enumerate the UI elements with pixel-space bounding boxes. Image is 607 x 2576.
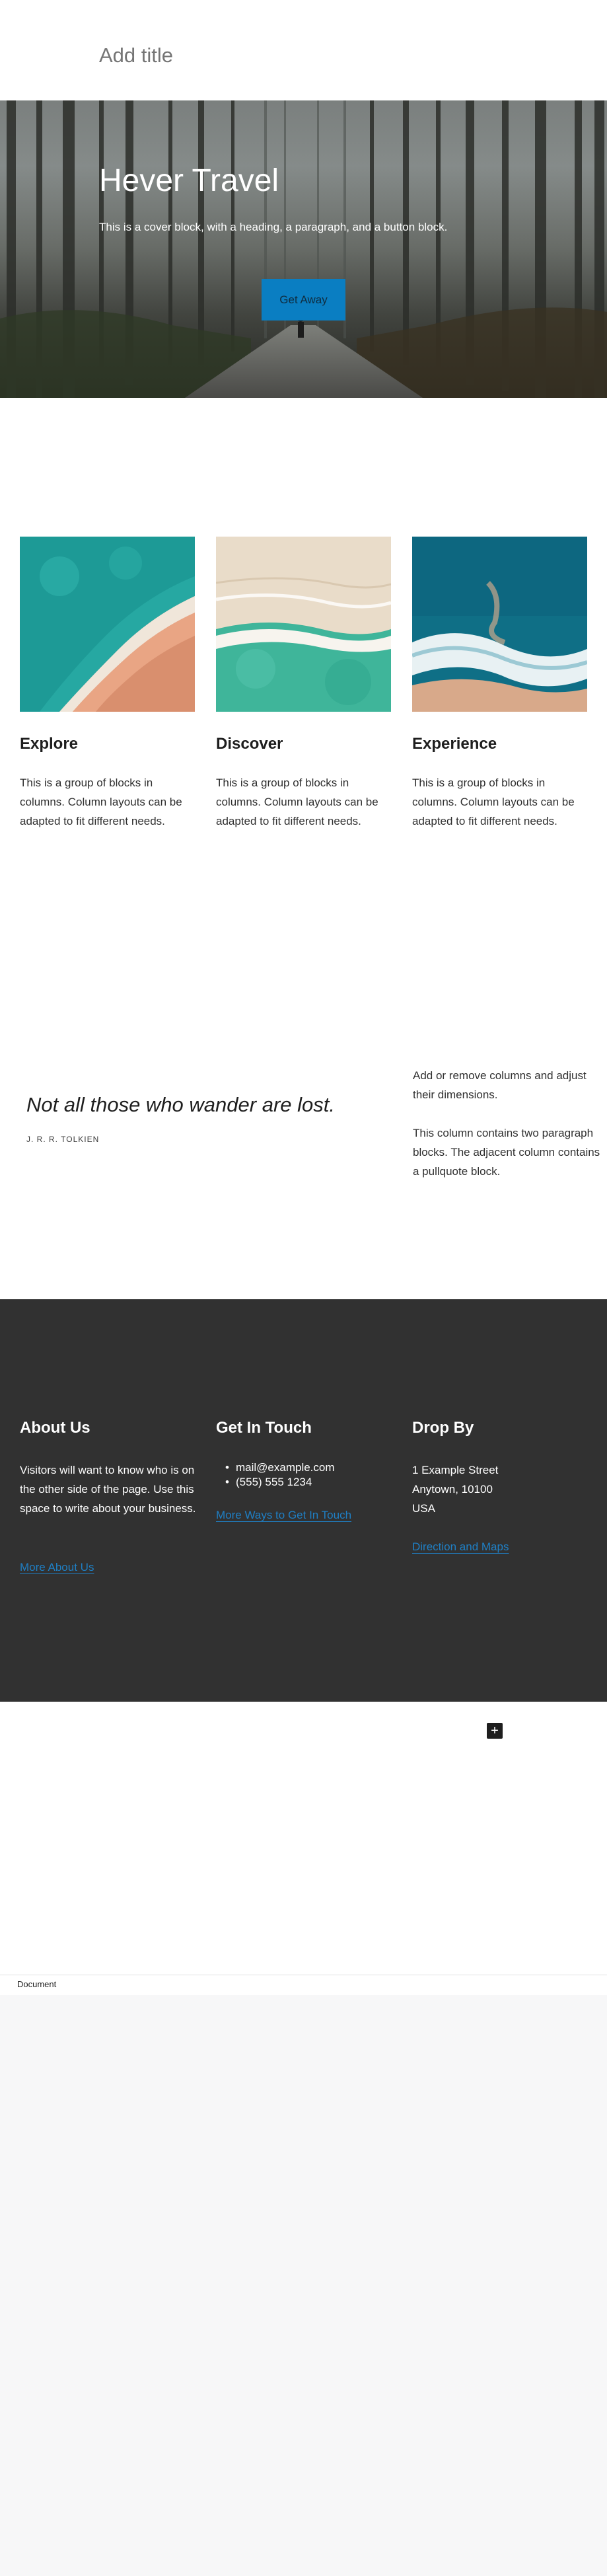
cover-heading[interactable]: Hever Travel bbox=[99, 163, 279, 199]
footer-heading-about[interactable]: About Us bbox=[20, 1419, 90, 1437]
beach-image-discover[interactable] bbox=[216, 537, 391, 712]
beach-image-explore[interactable] bbox=[20, 537, 195, 712]
more-about-us-link[interactable]: More About Us bbox=[20, 1561, 94, 1574]
footer-heading-contact[interactable]: Get In Touch bbox=[216, 1419, 312, 1437]
add-block-button[interactable]: + bbox=[487, 1723, 503, 1739]
column-text-experience[interactable]: This is a group of blocks in columns. Co… bbox=[412, 773, 590, 831]
more-ways-contact-link[interactable]: More Ways to Get In Touch bbox=[216, 1509, 351, 1522]
footer-group: About Us Visitors will want to know who … bbox=[0, 1299, 607, 1702]
cover-forest-image bbox=[0, 100, 607, 398]
cover-paragraph[interactable]: This is a cover block, with a heading, a… bbox=[99, 221, 447, 234]
footer-about-text[interactable]: Visitors will want to know who is on the… bbox=[20, 1460, 198, 1519]
cover-block[interactable]: Hever Travel This is a cover block, with… bbox=[0, 100, 607, 398]
column-heading-experience[interactable]: Experience bbox=[412, 735, 497, 753]
side-paragraph-1[interactable]: Add or remove columns and adjust their d… bbox=[413, 1066, 604, 1104]
editor-footer-bar: Document bbox=[0, 1975, 607, 1995]
address-line-2[interactable]: Anytown, 10100 bbox=[412, 1480, 493, 1499]
page-background bbox=[0, 1995, 607, 2576]
contact-phone[interactable]: (555) 555 1234 bbox=[224, 1475, 335, 1490]
contact-email[interactable]: mail@example.com bbox=[224, 1460, 335, 1475]
footer-heading-location[interactable]: Drop By bbox=[412, 1419, 474, 1437]
get-away-button[interactable]: Get Away bbox=[262, 279, 345, 321]
breadcrumb-document[interactable]: Document bbox=[17, 1979, 56, 1989]
address-line-3[interactable]: USA bbox=[412, 1499, 435, 1518]
column-heading-explore[interactable]: Explore bbox=[20, 735, 78, 753]
post-title-input[interactable]: Add title bbox=[99, 44, 173, 67]
plus-icon: + bbox=[491, 1724, 499, 1738]
contact-list: mail@example.com (555) 555 1234 bbox=[224, 1460, 335, 1490]
pullquote-text[interactable]: Not all those who wander are lost. bbox=[26, 1093, 335, 1117]
title-area: Add title bbox=[0, 0, 607, 100]
column-text-discover[interactable]: This is a group of blocks in columns. Co… bbox=[216, 773, 394, 831]
column-text-explore[interactable]: This is a group of blocks in columns. Co… bbox=[20, 773, 198, 831]
directions-link[interactable]: Direction and Maps bbox=[412, 1540, 509, 1554]
address-line-1[interactable]: 1 Example Street bbox=[412, 1460, 498, 1480]
side-paragraph-2[interactable]: This column contains two paragraph block… bbox=[413, 1123, 604, 1182]
column-heading-discover[interactable]: Discover bbox=[216, 735, 283, 753]
beach-image-experience[interactable] bbox=[412, 537, 587, 712]
pullquote-citation[interactable]: J. R. R. TOLKIEN bbox=[26, 1135, 99, 1144]
